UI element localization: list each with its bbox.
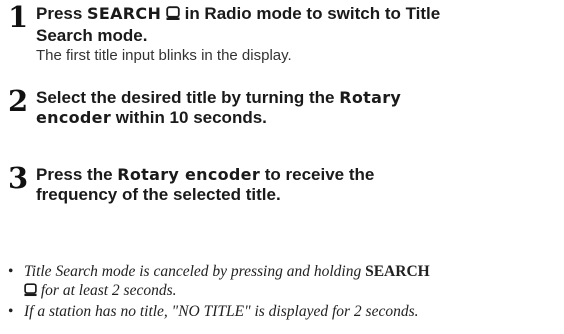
button-name: SEARCH (365, 263, 430, 280)
step-title: Select the desired title by turning the … (36, 88, 556, 128)
step-number: 2 (8, 84, 29, 118)
step-title-text: Press (36, 4, 88, 23)
manual-page: 1 Press SEARCH in Radio mode to switch t… (0, 0, 564, 334)
step-title-text: Search mode. (36, 26, 148, 45)
step-body: Press the Rotary encoder to receive the … (36, 165, 556, 205)
step-title-text: Select the desired title by turning the (36, 88, 340, 107)
bullet: • (8, 263, 14, 280)
search-button-icon (24, 283, 37, 302)
step-title-text: in Radio mode to switch to Title (179, 4, 441, 23)
step-title-text: within 10 seconds. (111, 108, 267, 127)
step-number: 1 (8, 0, 29, 34)
step-body: Select the desired title by turning the … (36, 88, 556, 128)
step-title-text: frequency of the selected title. (36, 185, 281, 204)
step-body: Press SEARCH in Radio mode to switch to … (36, 4, 556, 66)
step-title: Press SEARCH in Radio mode to switch to … (36, 4, 556, 46)
notes-list: • Title Search mode is canceled by press… (8, 262, 558, 321)
control-name: Rotary (339, 88, 402, 107)
search-button-icon (166, 6, 180, 26)
step-title-text: Press the (36, 165, 118, 184)
bullet: • (8, 303, 14, 320)
step-number: 3 (8, 161, 29, 195)
control-name: encoder (36, 108, 112, 127)
button-name: SEARCH (87, 4, 162, 23)
step-description: The first title input blinks in the disp… (36, 47, 292, 64)
note-text: Title Search mode is canceled by pressin… (24, 263, 366, 280)
note-item: • If a station has no title, "NO TITLE" … (8, 302, 558, 321)
step-title-text: to receive the (260, 165, 375, 184)
control-name: Rotary encoder (117, 165, 261, 184)
note-text: If a station has no title, "NO TITLE" is… (24, 303, 419, 320)
note-item: • Title Search mode is canceled by press… (8, 262, 558, 302)
step-title: Press the Rotary encoder to receive the … (36, 165, 556, 205)
note-text: for at least 2 seconds. (37, 282, 177, 299)
